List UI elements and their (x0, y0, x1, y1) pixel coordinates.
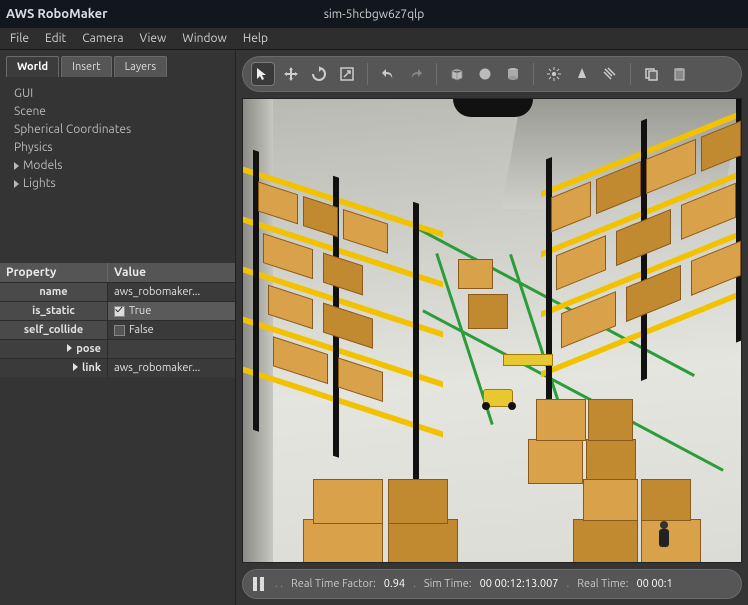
paste-icon[interactable] (667, 62, 691, 86)
app-name: AWS RoboMaker (6, 7, 108, 21)
menu-help[interactable]: Help (237, 30, 274, 47)
light-directional-icon[interactable] (598, 62, 622, 86)
caret-icon (14, 162, 19, 170)
primitive-cylinder-icon[interactable] (501, 62, 525, 86)
realtime-label: Real Time: (577, 578, 628, 590)
robot-shadow (503, 354, 553, 366)
tree-item-gui[interactable]: GUI (14, 85, 223, 103)
caret-icon (14, 180, 19, 188)
tree-item-models[interactable]: Models (14, 157, 223, 175)
ceiling-lamp (453, 99, 533, 117)
copy-icon[interactable] (639, 62, 663, 86)
menu-edit[interactable]: Edit (39, 30, 72, 47)
toolbar-separator (436, 63, 437, 85)
header-property: Property (0, 263, 108, 282)
caret-icon (67, 344, 72, 352)
prop-row-pose[interactable]: pose (0, 339, 235, 358)
human-figure (653, 519, 675, 553)
tab-layers[interactable]: Layers (114, 56, 168, 77)
primitive-cube-icon[interactable] (445, 62, 469, 86)
toolbar-separator (533, 63, 534, 85)
tool-rotate[interactable] (307, 62, 331, 86)
tool-scale[interactable] (335, 62, 359, 86)
tree-item-scene[interactable]: Scene (14, 103, 223, 121)
simtime-label: Sim Time: (424, 578, 472, 590)
primitive-sphere-icon[interactable] (473, 62, 497, 86)
tool-undo[interactable] (376, 62, 400, 86)
main-area: . . Real Time Factor: 0.94 . Sim Time: 0… (236, 50, 748, 605)
menu-window[interactable]: Window (176, 30, 232, 47)
caret-icon (73, 363, 78, 371)
menu-camera[interactable]: Camera (76, 30, 129, 47)
light-point-icon[interactable] (542, 62, 566, 86)
tree-item-spherical[interactable]: Spherical Coordinates (14, 121, 223, 139)
3d-viewport[interactable] (242, 98, 742, 563)
pause-button[interactable] (253, 577, 267, 591)
menu-view[interactable]: View (134, 30, 173, 47)
window-title: sim-5hcbgw6z7qlp (0, 8, 748, 21)
prop-row-link[interactable]: link aws_robomaker... (0, 358, 235, 377)
toolbar-separator (630, 63, 631, 85)
simtime-value: 00 00:12:13.007 (480, 578, 559, 590)
menu-bar: File Edit Camera View Window Help (0, 28, 748, 50)
world-tree: GUI Scene Spherical Coordinates Physics … (0, 77, 235, 203)
tab-insert[interactable]: Insert (61, 56, 111, 77)
single-box (468, 294, 508, 329)
tree-item-physics[interactable]: Physics (14, 139, 223, 157)
property-grid: Property Value name aws_robomaker... is_… (0, 263, 235, 377)
viewport-toolbar (242, 56, 742, 92)
side-panel: World Insert Layers GUI Scene Spherical … (0, 50, 236, 605)
toolbar-separator (367, 63, 368, 85)
mobile-robot (483, 389, 513, 407)
header-value: Value (108, 263, 235, 282)
single-box (458, 259, 493, 289)
tool-redo[interactable] (404, 62, 428, 86)
rtf-label: Real Time Factor: (291, 578, 376, 590)
tree-item-lights[interactable]: Lights (14, 175, 223, 193)
tab-world[interactable]: World (6, 56, 59, 77)
prop-row-is-static[interactable]: is_static True (0, 301, 235, 320)
status-bar: . . Real Time Factor: 0.94 . Sim Time: 0… (242, 569, 742, 599)
title-bar: AWS RoboMaker sim-5hcbgw6z7qlp (0, 0, 748, 28)
checkbox-icon[interactable] (114, 325, 125, 336)
menu-file[interactable]: File (4, 30, 35, 47)
property-header: Property Value (0, 263, 235, 282)
tool-move[interactable] (279, 62, 303, 86)
light-spot-icon[interactable] (570, 62, 594, 86)
rtf-value: 0.94 (384, 578, 405, 590)
realtime-value: 00 00:1 (636, 578, 672, 590)
prop-row-name[interactable]: name aws_robomaker... (0, 282, 235, 301)
side-tabs: World Insert Layers (0, 50, 235, 77)
checkbox-icon[interactable] (114, 306, 125, 317)
tool-select-arrow[interactable] (251, 62, 275, 86)
prop-row-self-collide[interactable]: self_collide False (0, 320, 235, 339)
